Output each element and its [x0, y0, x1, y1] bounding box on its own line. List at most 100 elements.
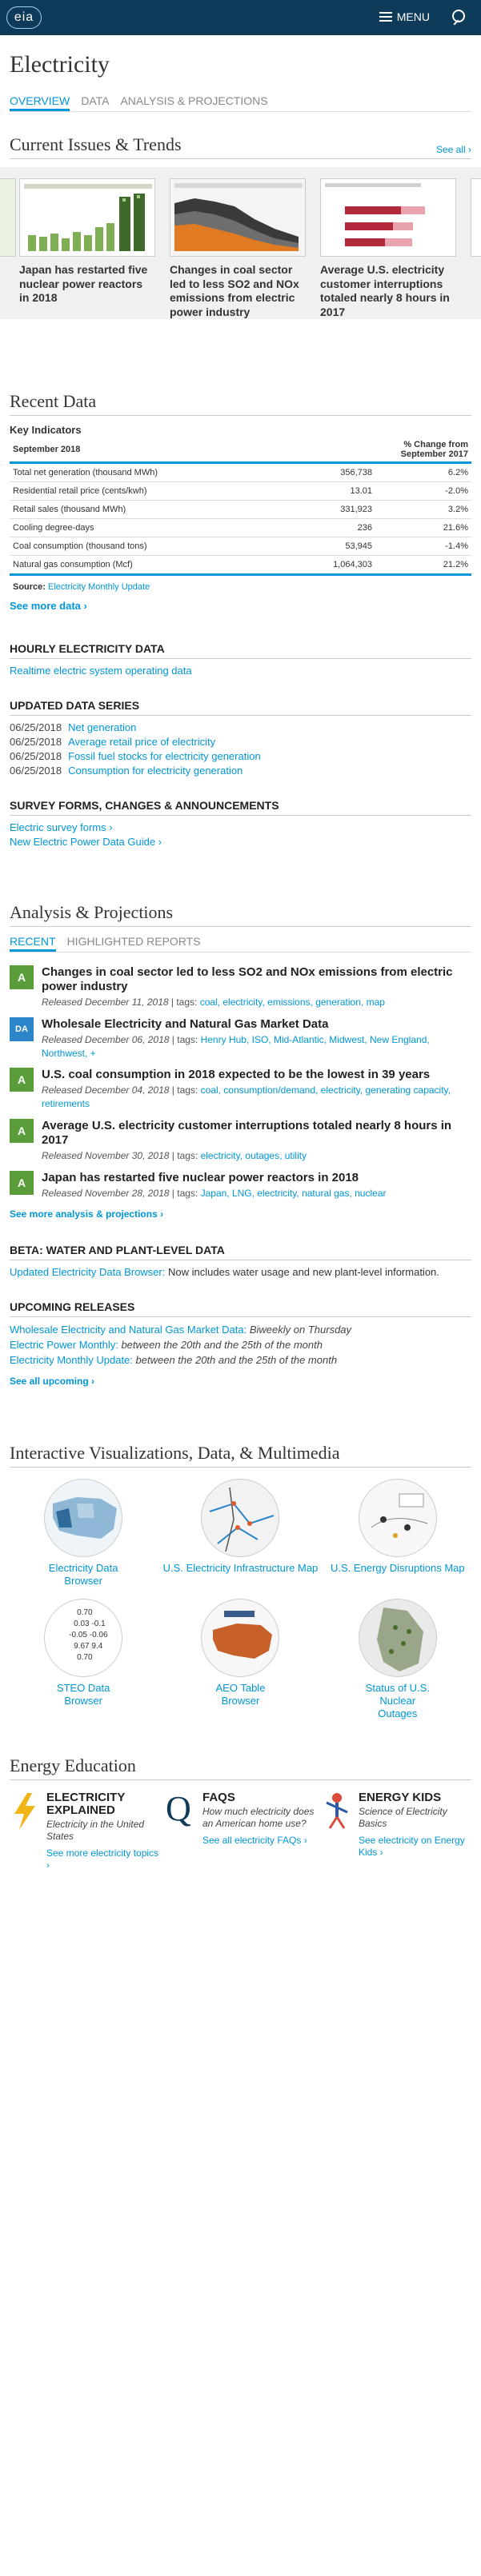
- indicator-change: 21.6%: [375, 518, 471, 537]
- us-map-thumbnail: [44, 1478, 123, 1557]
- viz-item[interactable]: Electricity Data Browser: [5, 1478, 162, 1588]
- tab-recent[interactable]: RECENT: [10, 935, 56, 952]
- viz-caption: Status of U.S. Nuclear Outages: [365, 1681, 430, 1719]
- analysis-badge: A: [10, 965, 34, 989]
- search-icon[interactable]: [447, 6, 470, 29]
- tags-label: | tags:: [171, 1149, 198, 1161]
- steo-value: 9.67: [74, 1641, 90, 1651]
- tab-data[interactable]: DATA: [81, 94, 109, 111]
- viz-item[interactable]: 0.70 0.03 -0.1 -0.05 -0.06 9.67 9.4 0.70…: [5, 1598, 162, 1720]
- key-indicators-title: Key Indicators: [10, 424, 82, 436]
- indicator-change: 21.2%: [375, 555, 471, 576]
- beta-text: Updated Electricity Data Browser: Now in…: [0, 1260, 481, 1280]
- release-link[interactable]: Electricity Monthly Update:: [10, 1354, 133, 1366]
- series-link[interactable]: Consumption for electricity generation: [68, 764, 243, 778]
- table-row: Total net generation (thousand MWh) 356,7…: [10, 462, 471, 482]
- series-link[interactable]: Fossil fuel stocks for electricity gener…: [68, 749, 261, 764]
- menu-label: MENU: [396, 10, 430, 23]
- release-schedule: between the 20th and the 25th of the mon…: [135, 1353, 338, 1366]
- data-browser-link[interactable]: Updated Electricity Data Browser:: [10, 1266, 165, 1278]
- article-date: Released November 28, 2018: [42, 1187, 170, 1199]
- issue-card-title: Average U.S. electricity customer interr…: [320, 263, 450, 318]
- issue-card-title: Japan has restarted five nuclear power r…: [19, 263, 148, 304]
- steo-browser-thumbnail: 0.70 0.03 -0.1 -0.05 -0.06 9.67 9.4 0.70: [44, 1598, 123, 1677]
- issues-carousel: Japan has restarted five nuclear power r…: [0, 167, 481, 319]
- list-item: Electric Power Monthly: between the 20th…: [10, 1337, 471, 1352]
- tab-highlighted-reports[interactable]: HIGHLIGHTED REPORTS: [67, 935, 201, 952]
- issue-card[interactable]: Average U.S. electricity customer interr…: [320, 178, 456, 319]
- tags-label: | tags:: [171, 1084, 198, 1096]
- article-tags[interactable]: coal, electricity, emissions, generation…: [200, 996, 385, 1008]
- issue-card[interactable]: Changes in coal sector led to less SO2 a…: [170, 178, 306, 319]
- key-indicators-table: September 2018 % Change from September 2…: [10, 437, 471, 576]
- viz-title: Interactive Visualizations, Data, & Mult…: [10, 1442, 340, 1463]
- see-more-data-link[interactable]: See more data ›: [0, 592, 481, 612]
- viz-item[interactable]: Status of U.S. Nuclear Outages: [319, 1598, 476, 1720]
- indicator-change: 3.2%: [375, 500, 471, 519]
- source-link[interactable]: Electricity Monthly Update: [48, 582, 150, 592]
- page-title: Electricity: [10, 51, 110, 78]
- steo-value: 9.4: [91, 1641, 103, 1651]
- release-link[interactable]: Electric Power Monthly:: [10, 1339, 118, 1351]
- release-schedule: between the 20th and the 25th of the mon…: [121, 1338, 323, 1351]
- tags-label: | tags:: [171, 1187, 198, 1199]
- infrastructure-map-thumbnail: [201, 1478, 280, 1557]
- article-item: A Average U.S. electricity customer inte…: [0, 1118, 481, 1163]
- series-link[interactable]: Net generation: [68, 721, 136, 735]
- article-title[interactable]: Wholesale Electricity and Natural Gas Ma…: [42, 1017, 471, 1032]
- viz-item[interactable]: AEO Table Browser: [162, 1598, 319, 1720]
- tags-label: | tags:: [171, 1033, 198, 1045]
- issue-card-thumbnail: [320, 178, 456, 257]
- series-link[interactable]: Average retail price of electricity: [68, 735, 215, 749]
- eia-logo[interactable]: eia: [6, 6, 42, 29]
- table-header-period: September 2018: [10, 437, 375, 464]
- list-item: 06/25/2018 Average retail price of electr…: [10, 735, 471, 749]
- see-more-analysis-link[interactable]: See more analysis & projections ›: [0, 1200, 481, 1220]
- menu-button[interactable]: MENU: [379, 10, 430, 23]
- issue-card-thumbnail: [0, 178, 16, 257]
- education-title[interactable]: ELECTRICITY EXPLAINED: [46, 1791, 159, 1817]
- survey-heading: SURVEY FORMS, CHANGES & ANNOUNCEMENTS: [10, 799, 471, 816]
- indicator-value: 53,945: [311, 537, 375, 556]
- education-link[interactable]: See more electricity topics ›: [46, 1847, 159, 1871]
- tab-overview[interactable]: OVERVIEW: [10, 94, 70, 111]
- viz-item[interactable]: U.S. Electricity Infrastructure Map: [162, 1478, 319, 1588]
- issues-see-all-link[interactable]: See all ›: [436, 144, 471, 155]
- issue-card[interactable]: [471, 178, 481, 257]
- issues-title: Current Issues & Trends: [10, 134, 182, 154]
- list-item: Wholesale Electricity and Natural Gas Ma…: [10, 1322, 471, 1337]
- education-link[interactable]: See all electricity FAQs ›: [202, 1835, 315, 1847]
- education-link[interactable]: See electricity on Energy Kids ›: [359, 1835, 471, 1859]
- release-schedule: Biweekly on Thursday: [249, 1323, 352, 1336]
- realtime-data-link[interactable]: Realtime electric system operating data: [10, 665, 192, 677]
- tags-label: | tags:: [170, 996, 198, 1008]
- tab-analysis-projections[interactable]: ANALYSIS & PROJECTIONS: [120, 94, 267, 111]
- release-link[interactable]: Wholesale Electricity and Natural Gas Ma…: [10, 1324, 247, 1336]
- survey-forms-link[interactable]: Electric survey forms ›: [10, 821, 113, 833]
- indicator-value: 331,923: [311, 500, 375, 519]
- article-tags[interactable]: electricity, outages, utility: [201, 1150, 307, 1161]
- article-date: Released November 30, 2018: [42, 1149, 170, 1161]
- viz-item[interactable]: U.S. Energy Disruptions Map: [319, 1478, 476, 1588]
- education-title[interactable]: ENERGY KIDS: [359, 1791, 471, 1804]
- education-title[interactable]: FAQS: [202, 1791, 315, 1804]
- data-guide-link[interactable]: New Electric Power Data Guide ›: [10, 836, 162, 848]
- article-title[interactable]: Changes in coal sector led to less SO2 a…: [42, 965, 471, 994]
- issue-card[interactable]: Japan has restarted five nuclear power r…: [19, 178, 155, 306]
- hamburger-icon: [379, 12, 392, 22]
- recent-data-title: Recent Data: [10, 391, 97, 411]
- article-title[interactable]: U.S. coal consumption in 2018 expected t…: [42, 1068, 471, 1082]
- see-all-upcoming-link[interactable]: See all upcoming ›: [0, 1368, 481, 1387]
- viz-caption: Electricity Data Browser: [48, 1561, 118, 1587]
- article-tags[interactable]: Japan, LNG, electricity, natural gas, nu…: [201, 1188, 387, 1199]
- article-title[interactable]: Japan has restarted five nuclear power r…: [42, 1171, 386, 1185]
- issue-card[interactable]: [0, 178, 16, 257]
- survey-list: Electric survey forms › New Electric Pow…: [0, 816, 481, 849]
- beta-heading: BETA: WATER AND PLANT-LEVEL DATA: [10, 1244, 471, 1260]
- article-title[interactable]: Average U.S. electricity customer interr…: [42, 1119, 471, 1148]
- updated-series-list: 06/25/2018 Net generation 06/25/2018 Avera…: [0, 716, 481, 778]
- analysis-title: Analysis & Projections: [10, 902, 174, 922]
- hourly-data-heading: HOURLY ELECTRICITY DATA: [10, 642, 471, 659]
- viz-header: Interactive Visualizations, Data, & Mult…: [10, 1435, 471, 1468]
- education-desc: Electricity in the United States: [46, 1818, 145, 1842]
